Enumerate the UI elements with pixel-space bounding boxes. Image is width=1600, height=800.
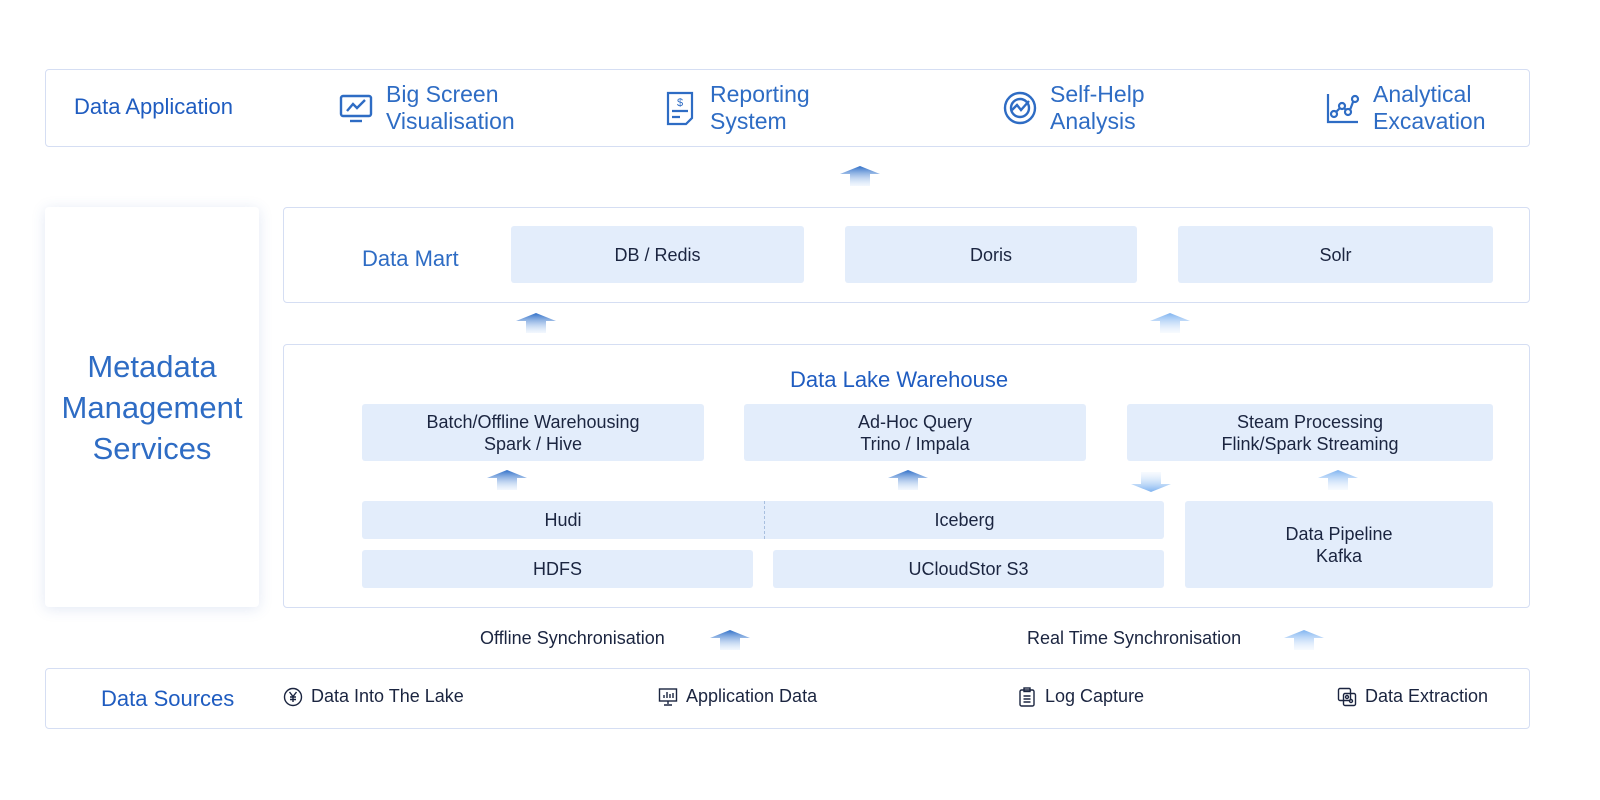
svg-text:$: $ <box>677 97 683 109</box>
engine-line-2: Flink/Spark Streaming <box>1221 433 1399 454</box>
source-label: Data Extraction <box>1365 686 1489 706</box>
table-format-hudi[interactable]: Hudi <box>362 501 764 539</box>
arrow-up-icon <box>487 470 527 490</box>
data-pipeline-kafka[interactable]: Data Pipeline Kafka <box>1185 501 1493 588</box>
app-item-label-1: Self-Help <box>1050 81 1145 107</box>
source-log-capture[interactable]: Log Capture <box>1017 686 1144 707</box>
invoice-dollar-icon: $ <box>666 91 694 126</box>
engine-stream[interactable]: Steam Processing Flink/Spark Streaming <box>1127 404 1493 461</box>
app-item-big-screen[interactable]: Big Screen Visualisation <box>338 81 515 135</box>
app-item-label-1: Reporting <box>710 81 810 107</box>
storage-ucloudstor-s3[interactable]: UCloudStor S3 <box>773 550 1164 588</box>
data-mart-doris[interactable]: Doris <box>845 226 1137 283</box>
data-mart-solr[interactable]: Solr <box>1178 226 1493 283</box>
engine-line-1: Ad-Hoc Query <box>857 411 973 432</box>
metadata-line-3: Services <box>92 430 212 466</box>
arrow-up-icon <box>840 166 880 186</box>
engine-line-1: Batch/Offline Warehousing <box>426 411 640 432</box>
source-label: Data Into The Lake <box>311 686 464 706</box>
data-mart-label: Data Mart <box>362 246 459 271</box>
source-label: Application Data <box>686 686 818 706</box>
database-extract-icon <box>1337 687 1357 706</box>
line-chart-nodes-icon <box>1326 94 1360 124</box>
app-item-label-1: Big Screen <box>386 81 499 107</box>
arrow-up-icon <box>1318 470 1358 490</box>
app-item-label-2: Excavation <box>1373 108 1486 134</box>
app-item-label-2: Visualisation <box>386 108 515 134</box>
engine-ad-hoc[interactable]: Ad-Hoc Query Trino / Impala <box>744 404 1086 461</box>
monitor-bars-icon <box>658 687 678 706</box>
pipeline-line-2: Kafka <box>1315 545 1363 566</box>
app-item-self-help[interactable]: Self-Help Analysis <box>1002 81 1145 135</box>
arrow-up-icon <box>888 470 928 490</box>
app-item-label-2: System <box>710 108 787 134</box>
pipeline-line-1: Data Pipeline <box>1285 523 1393 544</box>
app-item-label-1: Analytical <box>1373 81 1472 107</box>
table-format-iceberg[interactable]: Iceberg <box>764 501 1164 539</box>
analysis-gauge-icon <box>1003 91 1037 125</box>
app-item-reporting[interactable]: $ Reporting System <box>662 81 810 135</box>
arrow-up-icon <box>1150 313 1190 333</box>
engine-line-1: Steam Processing <box>1236 411 1384 432</box>
app-item-analytical[interactable]: Analytical Excavation <box>1325 81 1486 135</box>
monitor-chart-icon <box>339 94 373 123</box>
metadata-line-1: Metadata <box>87 348 217 384</box>
app-item-label-2: Analysis <box>1050 108 1136 134</box>
source-data-extraction[interactable]: Data Extraction <box>1337 686 1488 707</box>
engine-line-2: Spark / Hive <box>483 433 583 454</box>
offline-sync-label: Offline Synchronisation <box>480 628 665 648</box>
data-lake-warehouse-title: Data Lake Warehouse <box>790 367 1009 392</box>
data-sources-label: Data Sources <box>101 686 235 711</box>
data-mart-db-redis[interactable]: DB / Redis <box>511 226 804 283</box>
source-label: Log Capture <box>1045 686 1145 706</box>
engine-line-2: Trino / Impala <box>860 433 970 454</box>
metadata-management-panel: Metadata Management Services <box>45 207 259 607</box>
clipboard-icon <box>1019 686 1035 707</box>
arrow-up-icon <box>516 313 556 333</box>
arrow-down-icon <box>1131 472 1171 492</box>
data-application-label: Data Application <box>74 94 233 119</box>
realtime-sync-label: Real Time Synchronisation <box>1027 628 1242 648</box>
storage-hdfs[interactable]: HDFS <box>362 550 753 588</box>
metadata-line-2: Management <box>61 389 243 425</box>
arrow-up-icon <box>710 630 750 650</box>
source-data-into-lake[interactable]: Data Into The Lake <box>283 686 464 707</box>
engine-batch-offline[interactable]: Batch/Offline Warehousing Spark / Hive <box>362 404 704 461</box>
source-application-data[interactable]: Application Data <box>658 686 817 707</box>
yen-circle-icon <box>283 687 303 706</box>
arrow-up-icon <box>1284 630 1324 650</box>
